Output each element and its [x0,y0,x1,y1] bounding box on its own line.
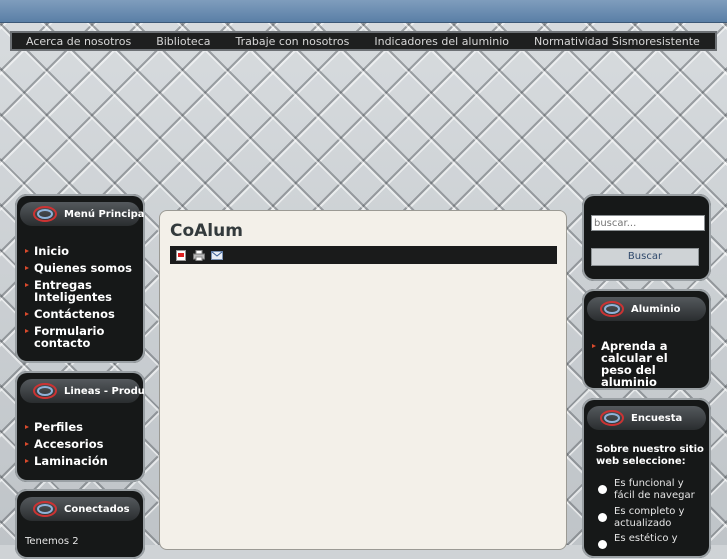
swirl-logo-icon [33,501,57,517]
poll-radio[interactable] [598,513,607,522]
poll-option[interactable]: Es estético y [598,533,698,549]
conectados-title: Conectados [64,503,130,515]
menu-item-calcular-peso[interactable]: Aprenda a calcular el peso del aluminio [592,340,701,388]
swirl-logo-icon [33,206,57,222]
pdf-icon[interactable] [174,249,188,261]
poll-option-label: Es completo y actualizado [614,506,685,529]
poll-option[interactable]: Es funcional y fácil de navegar [598,478,698,502]
menu-principal-module: Menú Principal Inicio Quienes somos Entr… [15,194,145,363]
nav-item-indicadores[interactable]: Indicadores del aluminio [374,35,509,48]
menu-principal-title: Menú Principal [64,208,145,220]
poll-option[interactable]: Es completo y actualizado [598,506,698,530]
menu-item-formulario[interactable]: Formulario contacto [25,325,139,349]
aluminio-header: Aluminio [587,297,706,321]
content-panel: CoAlum [159,210,567,550]
conectados-header: Conectados [20,497,140,521]
poll-question: Sobre nuestro sitio web seleccione: [596,444,704,467]
menu-item-contactenos[interactable]: Contáctenos [25,308,139,320]
menu-item-inicio[interactable]: Inicio [25,245,139,257]
lineas-title: Lineas - Productos [64,385,145,397]
email-icon[interactable] [210,249,224,261]
nav-item-trabaje[interactable]: Trabaje con nosotros [235,35,349,48]
print-icon[interactable] [192,249,206,261]
poll-radio[interactable] [598,485,607,494]
conectados-text: Tenemos 2 [25,536,79,547]
aluminio-module: Aluminio Aprenda a calcular el peso del … [582,289,711,390]
search-button[interactable]: Buscar [591,248,699,266]
menu-item-laminacion[interactable]: Laminación [25,455,139,467]
aluminio-title: Aluminio [631,303,681,315]
article-toolbar [170,246,557,264]
main-navbar: Acerca de nosotros Biblioteca Trabaje co… [10,31,717,51]
nav-item-biblioteca[interactable]: Biblioteca [156,35,210,48]
menu-item-perfiles[interactable]: Perfiles [25,421,139,433]
poll-option-label: Es estético y [614,533,678,544]
swirl-logo-icon [600,301,624,317]
search-input[interactable] [591,215,705,231]
lineas-module: Lineas - Productos Perfiles Accesorios L… [15,371,145,482]
nav-item-normatividad[interactable]: Normatividad Sismoresistente [534,35,700,48]
menu-item-entregas[interactable]: Entregas Inteligentes [25,279,139,303]
poll-option-label: Es funcional y fácil de navegar [614,478,695,501]
menu-principal-header: Menú Principal [20,202,145,226]
conectados-module: Conectados Tenemos 2 [15,489,145,559]
menu-item-quienes-somos[interactable]: Quienes somos [25,262,139,274]
swirl-logo-icon [600,410,624,426]
top-banner [0,0,727,23]
menu-item-accesorios[interactable]: Accesorios [25,438,139,450]
encuesta-title: Encuesta [631,412,683,424]
nav-item-acerca[interactable]: Acerca de nosotros [26,35,131,48]
search-module [582,194,711,281]
encuesta-header: Encuesta [587,406,706,430]
page-title: CoAlum [170,221,243,241]
lineas-header: Lineas - Productos [20,379,145,403]
swirl-logo-icon [33,383,57,399]
